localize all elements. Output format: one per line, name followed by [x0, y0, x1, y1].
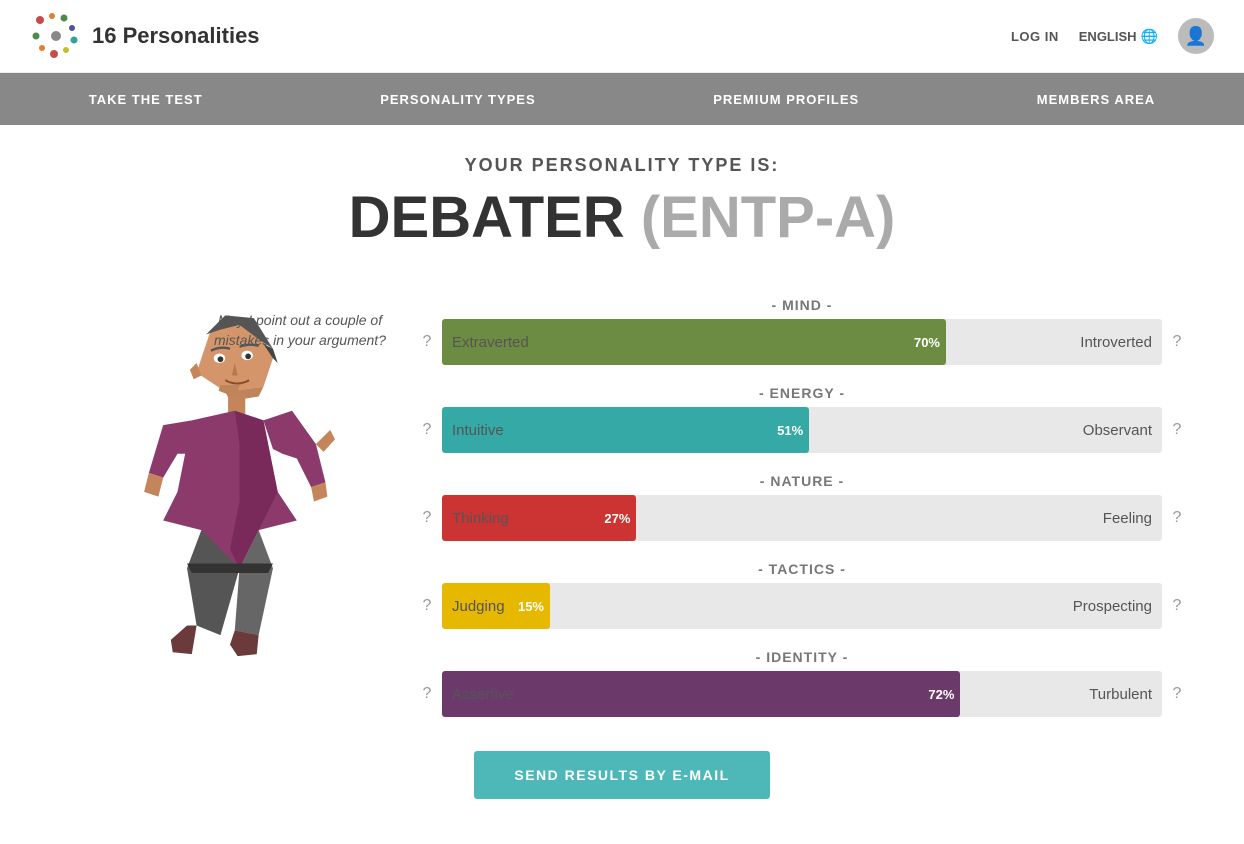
section-label-2: - NATURE -	[420, 473, 1184, 489]
section-label-4: - IDENTITY -	[420, 649, 1184, 665]
right-label: Feeling	[1103, 510, 1152, 527]
help-icon-right[interactable]: ?	[1170, 509, 1184, 527]
help-icon-left[interactable]: ?	[420, 597, 434, 615]
left-label: Thinking	[452, 510, 509, 527]
bar-row: ? Assertive 72% Turbulent?	[420, 671, 1184, 717]
bar-percent: 70%	[914, 335, 946, 350]
right-label: Observant	[1083, 422, 1152, 439]
main-nav: TAKE THE TEST PERSONALITY TYPES PREMIUM …	[0, 73, 1244, 125]
character-illustration	[80, 301, 380, 721]
avatar-button[interactable]: 👤	[1178, 18, 1214, 54]
left-label: Judging	[452, 598, 505, 615]
bar-percent: 72%	[928, 687, 960, 702]
character-area: May I point out a couple of mistakes in …	[60, 281, 400, 721]
left-label: Assertive	[452, 686, 514, 703]
bars-area: - MIND -? Extraverted 70% Introverted? - ENE…	[420, 281, 1184, 721]
bar-row: ? Thinking 27% Feeling?	[420, 495, 1184, 541]
trait-bar-container: Thinking 27% Feeling	[442, 495, 1162, 541]
help-icon-right[interactable]: ?	[1170, 685, 1184, 703]
bar-percent: 15%	[518, 599, 550, 614]
section-label-1: - ENERGY -	[420, 385, 1184, 401]
help-icon-right[interactable]: ?	[1170, 597, 1184, 615]
trait-bar-container: Extraverted 70% Introverted	[442, 319, 1162, 365]
help-icon-left[interactable]: ?	[420, 421, 434, 439]
personality-name: DEBATER	[349, 185, 625, 250]
trait-bar-container: Intuitive 51% Observant	[442, 407, 1162, 453]
bar-row: ? Intuitive 51% Observant?	[420, 407, 1184, 453]
personality-code: (ENTP-A)	[641, 185, 896, 250]
logo-text: 16 Personalities	[92, 23, 260, 49]
nav-members-area[interactable]: MEMBERS AREA	[1017, 92, 1175, 107]
globe-icon: 🌐	[1141, 28, 1158, 45]
bar-fill: 72%	[442, 671, 960, 717]
header-right: LOG IN ENGLISH 🌐 👤	[1011, 18, 1214, 54]
help-icon-right[interactable]: ?	[1170, 333, 1184, 351]
bar-percent: 51%	[777, 423, 809, 438]
nav-premium-profiles[interactable]: PREMIUM PROFILES	[693, 92, 879, 107]
result-title: DEBATER (ENTP-A)	[60, 184, 1184, 251]
bar-row: ? Judging 15% Prospecting?	[420, 583, 1184, 629]
login-button[interactable]: LOG IN	[1011, 29, 1059, 44]
section-label-3: - TACTICS -	[420, 561, 1184, 577]
trait-bar-container: Judging 15% Prospecting	[442, 583, 1162, 629]
nav-take-test[interactable]: TAKE THE TEST	[69, 92, 223, 107]
speech-bubble: May I point out a couple of mistakes in …	[210, 311, 390, 350]
trait-bar-container: Assertive 72% Turbulent	[442, 671, 1162, 717]
content-row: May I point out a couple of mistakes in …	[60, 281, 1184, 721]
help-icon-left[interactable]: ?	[420, 333, 434, 351]
left-label: Extraverted	[452, 334, 529, 351]
left-label: Intuitive	[452, 422, 504, 439]
right-label: Introverted	[1080, 334, 1152, 351]
right-label: Turbulent	[1089, 686, 1152, 703]
main-content: YOUR PERSONALITY TYPE IS: DEBATER (ENTP-…	[0, 125, 1244, 839]
help-icon-right[interactable]: ?	[1170, 421, 1184, 439]
user-icon: 👤	[1185, 26, 1207, 47]
section-label-0: - MIND -	[420, 297, 1184, 313]
bar-row: ? Extraverted 70% Introverted?	[420, 319, 1184, 365]
help-icon-left[interactable]: ?	[420, 509, 434, 527]
send-results-button[interactable]: SEND RESULTS BY E-MAIL	[474, 751, 769, 799]
result-subtitle: YOUR PERSONALITY TYPE IS:	[60, 155, 1184, 176]
right-label: Prospecting	[1073, 598, 1152, 615]
send-btn-row: SEND RESULTS BY E-MAIL	[60, 751, 1184, 799]
logo-area[interactable]: 16 Personalities	[30, 10, 260, 62]
header: 16 Personalities LOG IN ENGLISH 🌐 👤	[0, 0, 1244, 73]
nav-personality-types[interactable]: PERSONALITY TYPES	[360, 92, 555, 107]
language-selector[interactable]: ENGLISH 🌐	[1079, 28, 1158, 45]
logo-icon	[30, 10, 82, 62]
bar-percent: 27%	[604, 511, 636, 526]
help-icon-left[interactable]: ?	[420, 685, 434, 703]
